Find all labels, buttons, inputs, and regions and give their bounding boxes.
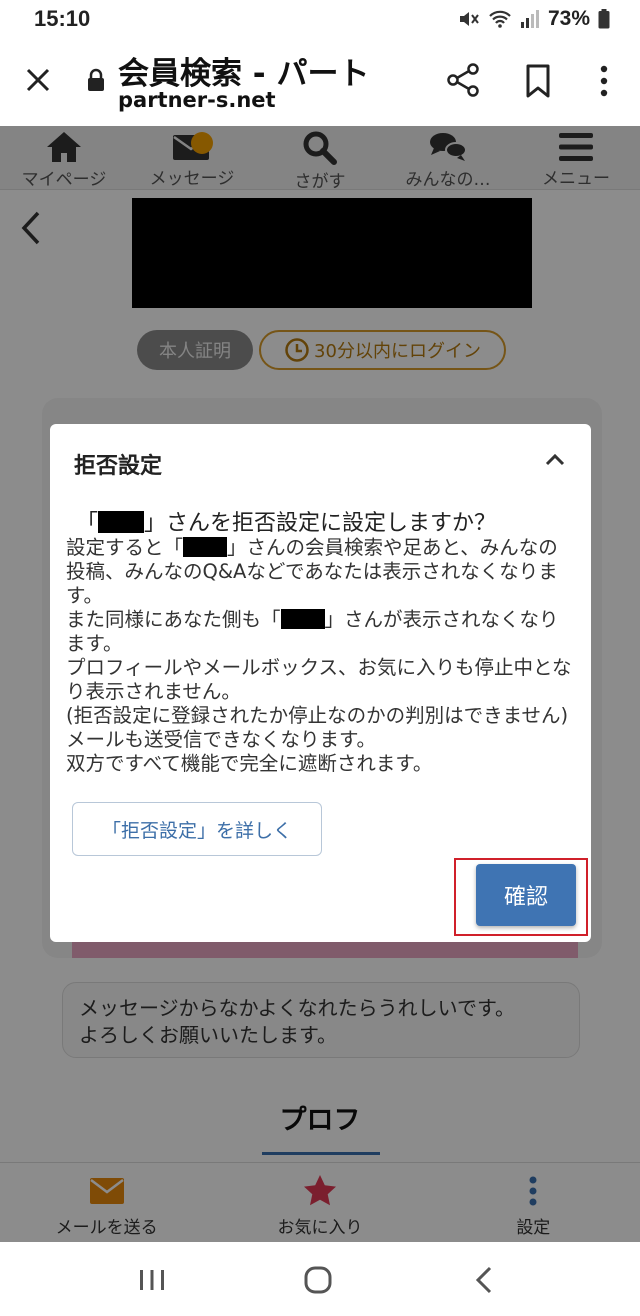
status-icons: 73% <box>458 7 610 31</box>
confirm-button[interactable]: 確認 <box>476 864 576 926</box>
status-bar: 15:10 73% <box>0 0 640 38</box>
block-details-button[interactable]: 「拒否設定」を詳しく <box>72 802 322 856</box>
more-icon[interactable] <box>596 64 612 98</box>
body-text: 設定すると「 <box>66 536 184 559</box>
bookmark-icon[interactable] <box>524 64 552 98</box>
block-settings-dialog: 拒否設定 「 」さんを拒否設定に設定しますか？ 設定すると「 」さんの会員検索や足あ… <box>50 424 591 942</box>
lock-icon <box>88 68 104 91</box>
back-icon[interactable] <box>464 1264 504 1296</box>
mute-icon <box>458 9 480 29</box>
redacted-username <box>183 537 228 557</box>
redacted-username <box>98 511 145 533</box>
share-icon[interactable] <box>446 62 480 98</box>
signal-icon <box>520 9 540 29</box>
recents-icon[interactable] <box>132 1264 172 1296</box>
quote-open: 「 <box>76 511 99 536</box>
battery-icon <box>598 9 610 29</box>
page-url[interactable]: partner-s.net <box>118 88 276 112</box>
body-paragraph: プロフィールやメールボックス、お気に入りも停止中となり表示されません。 <box>66 656 572 703</box>
body-paragraph: 設定すると「 」さんの会員検索や足あと、みんなの投稿、みんなのQ&Aなどであなたは… <box>66 536 576 608</box>
body-text: また同様にあなた側も「 <box>66 608 281 631</box>
status-time: 15:10 <box>34 6 91 31</box>
close-icon[interactable] <box>22 64 54 96</box>
home-circle-icon[interactable] <box>298 1264 338 1296</box>
question-text: 」さんを拒否設定に設定しますか？ <box>144 511 497 536</box>
dialog-title: 拒否設定 <box>74 454 163 479</box>
body-paragraph: メールも送受信できなくなります。 <box>66 728 377 751</box>
body-paragraph: (拒否設定に登録されたか停止なのかの判別はできません) <box>66 704 569 727</box>
body-paragraph: 双方ですべて機能で完全に遮断されます。 <box>66 752 433 775</box>
body-paragraph: また同様にあなた側も「 」さんが表示されなくなります。 <box>66 608 576 656</box>
chevron-up-icon[interactable] <box>544 452 566 466</box>
wifi-icon <box>488 9 512 29</box>
browser-toolbar: 会員検索 - パート partner-s.net <box>0 38 640 126</box>
page-title[interactable]: 会員検索 - パート <box>118 48 390 93</box>
battery-percent: 73% <box>547 7 590 30</box>
dialog-question: 「 」さんを拒否設定に設定しますか？ <box>76 510 576 538</box>
android-nav-bar <box>0 1242 640 1316</box>
dialog-body: 設定すると「 」さんの会員検索や足あと、みんなの投稿、みんなのQ&Aなどであなたは… <box>66 536 576 776</box>
redacted-username <box>280 609 325 629</box>
